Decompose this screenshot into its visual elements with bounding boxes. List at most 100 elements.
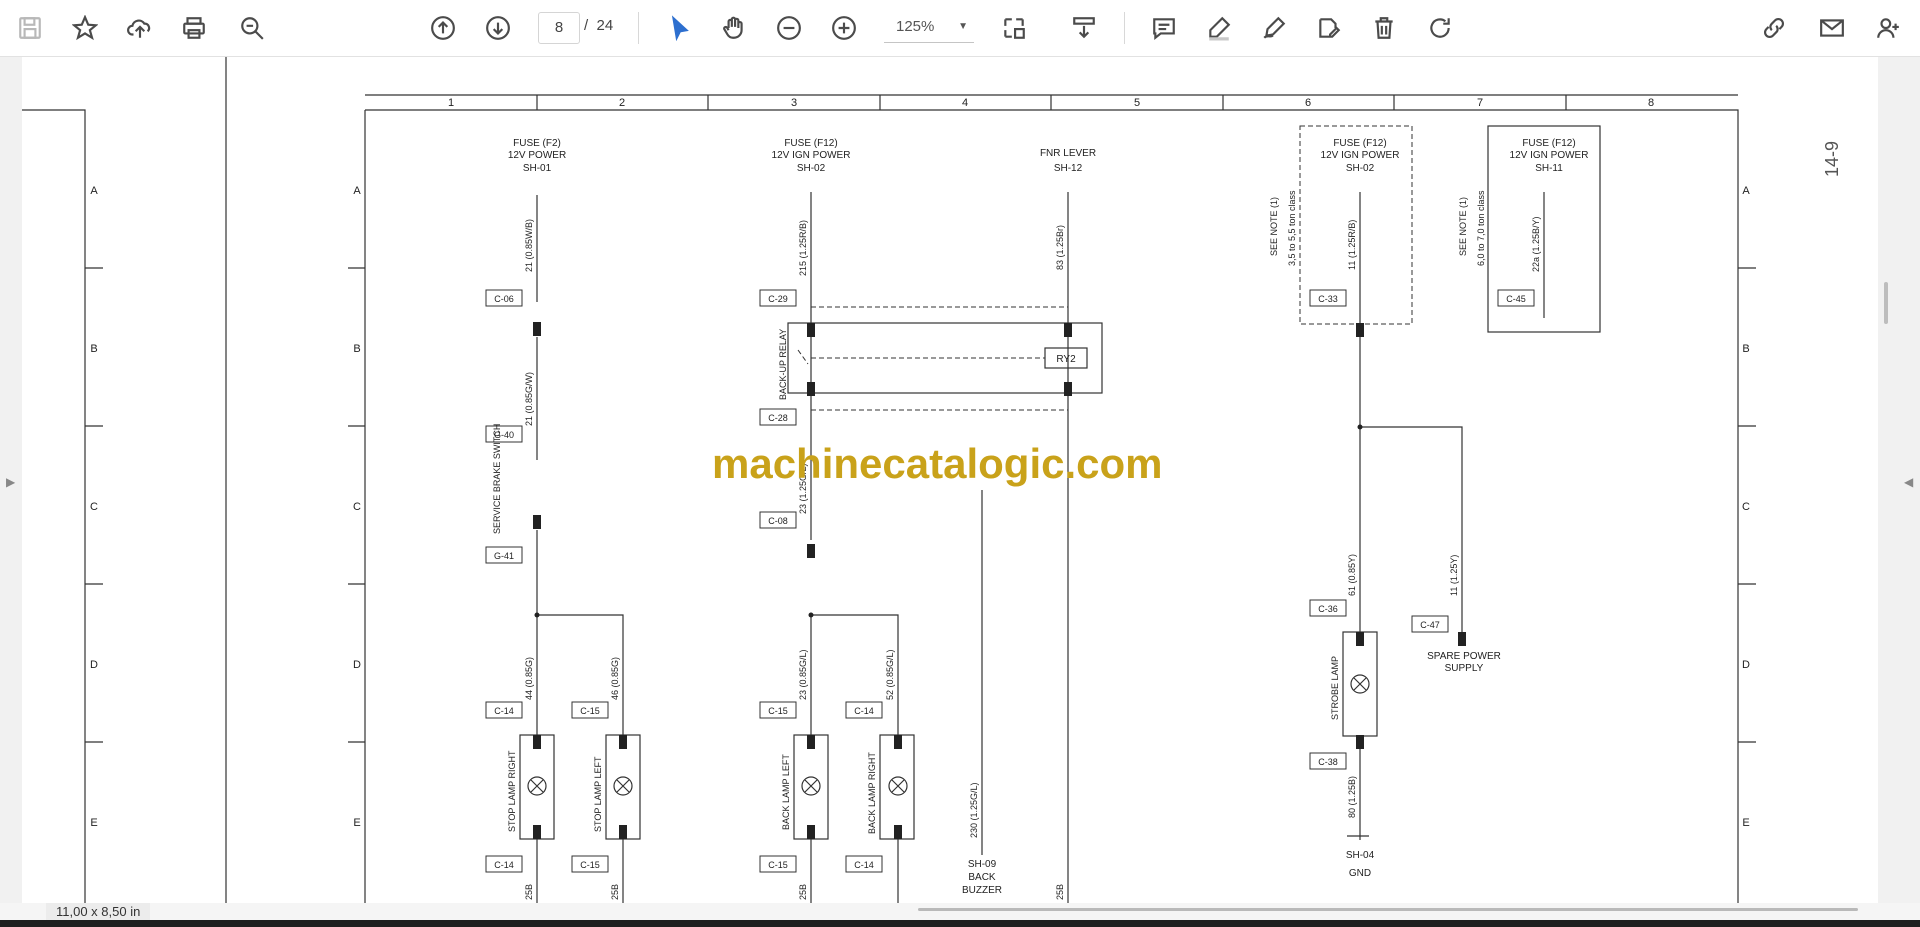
sign-icon[interactable] xyxy=(1311,10,1347,46)
column-label: 2 xyxy=(619,97,625,109)
vertical-scrollbar[interactable] xyxy=(1884,282,1888,324)
connector-label: C-15 xyxy=(768,706,788,716)
status-bar: 11,00 x 8,50 in xyxy=(0,903,1920,920)
row-label: C xyxy=(353,501,361,513)
add-user-icon[interactable] xyxy=(1870,10,1906,46)
zoom-out-icon[interactable] xyxy=(771,10,807,46)
row-label: C xyxy=(90,501,98,513)
connector-label: C-15 xyxy=(768,860,788,870)
wire-label: 25B xyxy=(610,884,620,900)
wire-label: 25B xyxy=(524,884,534,900)
source-label: 12V POWER xyxy=(508,150,566,161)
row-label: B xyxy=(353,343,360,355)
wire-label: 46 (0.85G) xyxy=(610,657,620,700)
hand-tool-icon[interactable] xyxy=(716,10,752,46)
prev-page-icon[interactable] xyxy=(425,10,461,46)
connector-label: C-28 xyxy=(768,413,788,423)
share-link-icon[interactable] xyxy=(1756,10,1792,46)
wire-label: 11 (1.25R/B) xyxy=(1347,220,1357,270)
connector-label: C-15 xyxy=(580,860,600,870)
wire-label: 44 (0.85G) xyxy=(524,657,534,700)
horizontal-scrollbar[interactable] xyxy=(918,908,1858,911)
connector-label: C-14 xyxy=(854,860,874,870)
left-panel-gutter[interactable]: ▶ xyxy=(0,57,22,903)
scroll-mode-icon[interactable] xyxy=(1066,10,1102,46)
column-label: 3 xyxy=(791,97,797,109)
row-label: A xyxy=(90,185,98,197)
zoom-in-icon[interactable] xyxy=(826,10,862,46)
upload-cloud-icon[interactable] xyxy=(122,10,158,46)
relay-label: RY2 xyxy=(1056,354,1076,365)
row-label: C xyxy=(1742,501,1750,513)
chevron-left-icon[interactable]: ◀ xyxy=(1904,475,1913,489)
component-label: BACK LAMP LEFT xyxy=(781,754,791,830)
delete-icon[interactable] xyxy=(1366,10,1402,46)
highlight-pen-icon[interactable] xyxy=(1201,10,1237,46)
note-label: 3,5 to 5,5 ton class xyxy=(1287,190,1297,266)
column-label: 7 xyxy=(1477,97,1483,109)
column-label: 8 xyxy=(1648,97,1654,109)
page-size-label: 11,00 x 8,50 in xyxy=(46,903,151,920)
component-label: BACK LAMP RIGHT xyxy=(867,752,877,834)
wire-label: 52 (0.85G/L) xyxy=(885,649,895,700)
connector-label: C-14 xyxy=(854,706,874,716)
page-total-value: 24 xyxy=(596,17,614,34)
comment-icon[interactable] xyxy=(1146,10,1182,46)
spare-power-label: SPARE POWER xyxy=(1427,651,1501,662)
select-arrow-icon[interactable] xyxy=(662,10,698,46)
connector-label: C-47 xyxy=(1420,620,1440,630)
note-label: 6,0 to 7,0 ton class xyxy=(1476,190,1486,266)
component-label: STOP LAMP RIGHT xyxy=(507,750,517,832)
wire-label: 21 (0.85G/W) xyxy=(524,372,534,426)
zoom-select[interactable]: 125% ▼ xyxy=(884,12,974,43)
row-label: E xyxy=(90,817,97,829)
column-label: 5 xyxy=(1134,97,1140,109)
connector-label: C-36 xyxy=(1318,604,1338,614)
save-icon[interactable] xyxy=(12,10,48,46)
taskbar-edge xyxy=(0,920,1920,927)
rotate-icon[interactable] xyxy=(1422,10,1458,46)
back-buzzer-label: BUZZER xyxy=(962,885,1002,896)
source-label: 12V IGN POWER xyxy=(1510,150,1589,161)
note-label: SEE NOTE (1) xyxy=(1269,197,1279,256)
zoom-search-icon[interactable] xyxy=(234,10,270,46)
note-label: SEE NOTE (1) xyxy=(1458,197,1468,256)
chevron-down-icon: ▼ xyxy=(958,21,968,32)
fit-page-icon[interactable] xyxy=(996,10,1032,46)
connector-label: C-14 xyxy=(494,706,514,716)
source-label: 12V IGN POWER xyxy=(1321,150,1400,161)
chevron-right-icon[interactable]: ▶ xyxy=(6,475,15,489)
print-icon[interactable] xyxy=(176,10,212,46)
component-label: SERVICE BRAKE SWITCH xyxy=(492,424,502,534)
source-label: SH-11 xyxy=(1535,163,1563,174)
source-label: 12V IGN POWER xyxy=(772,150,851,161)
page-number-input[interactable]: 8 xyxy=(538,12,580,44)
spare-power-label: SUPPLY xyxy=(1445,663,1484,674)
toolbar: 8 / 24 125% ▼ xyxy=(0,0,1920,57)
wire-label: 230 (1.25G/L) xyxy=(969,782,979,838)
star-icon[interactable] xyxy=(67,10,103,46)
mail-icon[interactable] xyxy=(1814,10,1850,46)
component-label: BACK-UP RELAY xyxy=(778,329,788,400)
right-panel-gutter[interactable]: ◀ xyxy=(1878,57,1920,903)
toolbar-divider xyxy=(638,12,639,44)
source-label: SH-02 xyxy=(1346,163,1375,174)
connector-label: C-14 xyxy=(494,860,514,870)
column-label: 1 xyxy=(448,97,454,109)
row-label: A xyxy=(353,185,361,197)
component-label: STROBE LAMP xyxy=(1330,656,1340,720)
source-label: FUSE (F12) xyxy=(1522,138,1575,149)
connector-label: C-38 xyxy=(1318,757,1338,767)
row-label: D xyxy=(353,659,361,671)
back-buzzer-label: BACK xyxy=(968,872,996,883)
source-label: FUSE (F12) xyxy=(784,138,837,149)
wire-label: 80 (1.25B) xyxy=(1347,776,1357,818)
source-label: FUSE (F12) xyxy=(1333,138,1386,149)
column-label: 4 xyxy=(962,97,968,109)
row-label: D xyxy=(90,659,98,671)
draw-icon[interactable] xyxy=(1256,10,1292,46)
wire-label: 83 (1.25Br) xyxy=(1055,225,1065,270)
row-label: B xyxy=(90,343,97,355)
next-page-icon[interactable] xyxy=(480,10,516,46)
wire-label: 22a (1.25B/Y) xyxy=(1531,216,1541,272)
